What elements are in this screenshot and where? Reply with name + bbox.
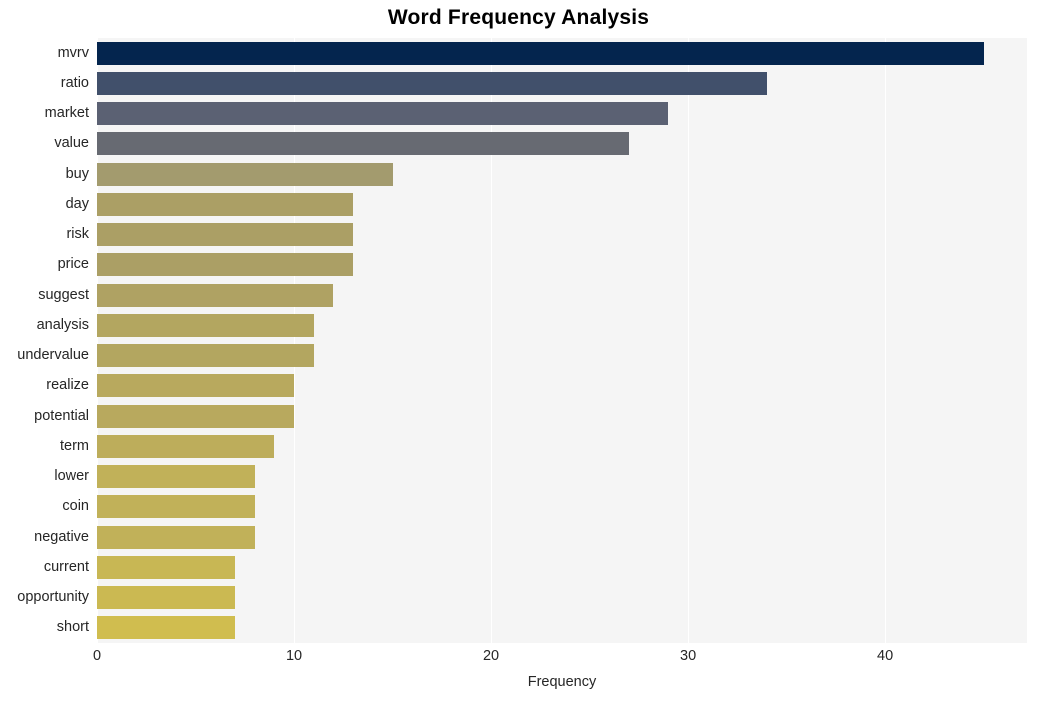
y-tick-label-ratio: ratio (60, 74, 89, 91)
bar-mvrv[interactable] (97, 41, 984, 65)
y-tick-label-suggest: suggest (38, 286, 89, 303)
bar-realize[interactable] (97, 374, 295, 398)
y-tick-label-market: market (44, 105, 89, 122)
bar-value[interactable] (97, 132, 629, 156)
bar-term[interactable] (97, 434, 275, 458)
x-axis-title: Frequency (527, 674, 597, 690)
x-axis-tick-labels: 0 10 20 30 40 (0, 646, 1037, 668)
bar-risk[interactable] (97, 223, 354, 247)
bar-coin[interactable] (97, 495, 255, 519)
bar-ratio[interactable] (97, 71, 767, 95)
y-tick-label-negative: negative (34, 528, 89, 545)
bar-price[interactable] (97, 253, 354, 277)
bar-suggest[interactable] (97, 283, 334, 307)
bar-short[interactable] (97, 616, 235, 640)
y-tick-label-short: short (56, 619, 89, 636)
bar-lower[interactable] (97, 465, 255, 489)
x-tick-label-10: 10 (285, 648, 303, 664)
bar-opportunity[interactable] (97, 586, 235, 610)
bar-current[interactable] (97, 555, 235, 579)
y-tick-label-lower: lower (54, 468, 89, 485)
y-tick-label-realize: realize (46, 377, 89, 394)
x-tick-label-20: 20 (482, 648, 500, 664)
chart-title: Word Frequency Analysis (387, 6, 650, 29)
bar-market[interactable] (97, 102, 669, 126)
y-tick-label-day: day (65, 195, 89, 212)
y-tick-label-undervalue: undervalue (17, 347, 89, 364)
y-tick-label-buy: buy (65, 165, 89, 182)
y-axis-tick-labels: mvrv ratio market value buy day risk price sugge… (0, 38, 89, 643)
y-tick-label-risk: risk (66, 226, 89, 243)
x-tick-label-40: 40 (877, 648, 894, 664)
bar-day[interactable] (97, 192, 354, 216)
plot-area (97, 38, 1027, 643)
bar-potential[interactable] (97, 404, 295, 428)
y-tick-label-mvrv: mvrv (57, 44, 89, 61)
bar-negative[interactable] (97, 525, 255, 549)
y-tick-label-potential: potential (34, 407, 89, 424)
y-tick-label-coin: coin (62, 498, 89, 515)
bar-buy[interactable] (97, 162, 393, 186)
y-tick-label-analysis: analysis (36, 316, 89, 333)
y-tick-label-term: term (60, 437, 89, 454)
y-tick-label-price: price (57, 256, 89, 273)
bar-analysis[interactable] (97, 313, 314, 337)
y-tick-label-opportunity: opportunity (17, 589, 89, 606)
bars-layer (97, 38, 1027, 643)
x-tick-label-0: 0 (92, 648, 102, 664)
bar-undervalue[interactable] (97, 344, 314, 368)
y-tick-label-current: current (43, 558, 89, 575)
word-frequency-chart: Word Frequency Analysis mvrv ratio market v… (0, 0, 1037, 701)
y-tick-label-value: value (54, 135, 89, 152)
x-tick-label-30: 30 (680, 648, 697, 664)
